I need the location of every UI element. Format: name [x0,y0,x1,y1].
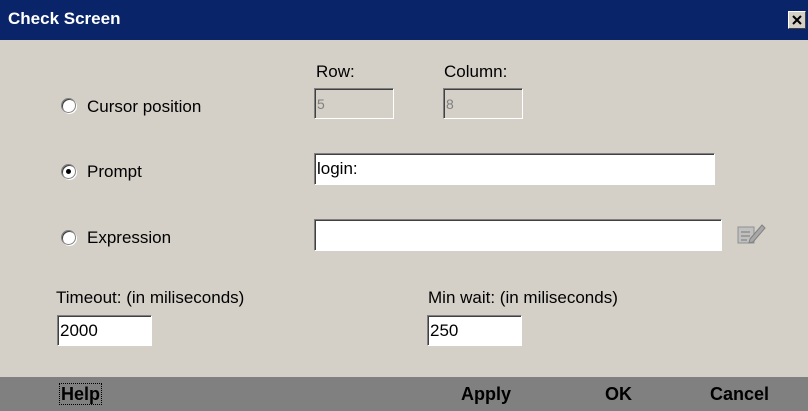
timeout-input[interactable] [57,315,152,346]
close-button[interactable] [788,11,806,29]
window-title: Check Screen [8,9,121,28]
column-input[interactable] [443,88,523,119]
min-wait-input[interactable] [427,315,522,346]
timeout-label: Timeout: (in miliseconds) [56,288,245,307]
expression-input[interactable] [314,219,722,251]
check-screen-dialog: Check Screen Row: Column: Cursor positio… [0,0,808,411]
expression-label[interactable]: Expression [87,228,171,248]
button-bar [0,377,808,411]
prompt-label[interactable]: Prompt [87,162,142,182]
prompt-radio[interactable] [61,164,76,179]
prompt-input[interactable] [314,153,715,185]
close-icon [792,15,802,25]
apply-button[interactable]: Apply [461,377,511,411]
help-button-label: Help [58,383,103,405]
help-button[interactable]: Help [58,377,103,411]
ok-button[interactable]: OK [605,377,632,411]
column-label: Column: [444,62,508,81]
edit-expression-icon[interactable] [736,221,766,245]
cancel-button[interactable]: Cancel [710,377,769,411]
expression-radio[interactable] [61,230,76,245]
title-bar: Check Screen [0,0,808,40]
row-input[interactable] [314,88,394,119]
cursor-position-label[interactable]: Cursor position [87,97,201,117]
min-wait-label: Min wait: (in miliseconds) [428,288,618,307]
cursor-position-radio[interactable] [61,98,76,113]
row-label: Row: [316,62,355,81]
